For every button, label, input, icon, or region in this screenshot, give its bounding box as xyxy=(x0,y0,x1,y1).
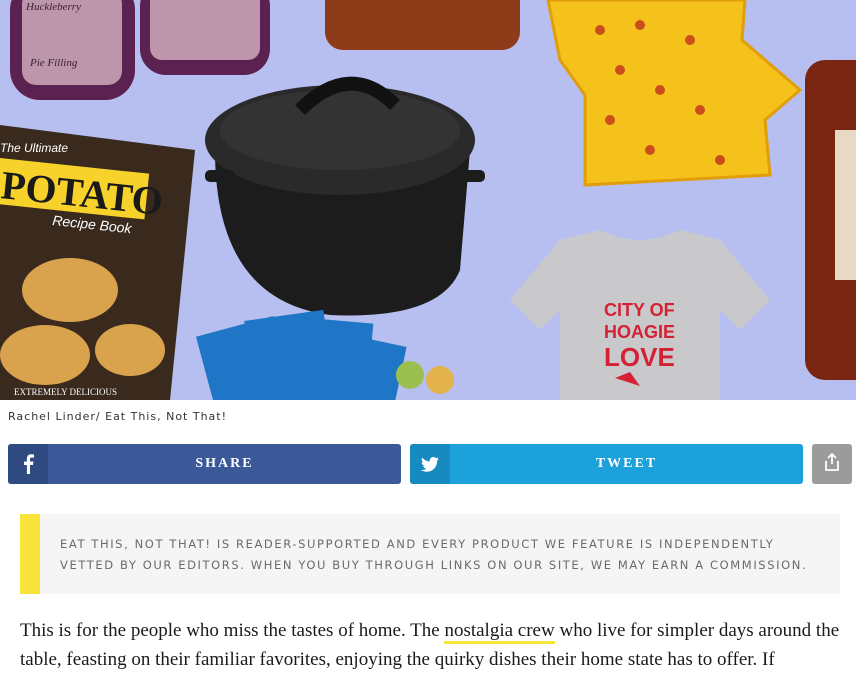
affiliate-disclaimer: EAT THIS, NOT THAT! IS READER-SUPPORTED … xyxy=(20,514,840,594)
twitter-share-button[interactable]: TWEET xyxy=(410,444,803,484)
disclaimer-accent-bar xyxy=(20,514,40,594)
disclaimer-text: EAT THIS, NOT THAT! IS READER-SUPPORTED … xyxy=(60,537,808,572)
facebook-icon xyxy=(8,444,48,484)
svg-text:Pie Filling: Pie Filling xyxy=(29,57,78,69)
hero-image: Huckleberry Pie Filling The Ultimate POT… xyxy=(0,0,856,400)
syrup-bottle xyxy=(325,0,520,50)
svg-text:HOAGIE: HOAGIE xyxy=(604,322,675,342)
svg-text:CITY OF: CITY OF xyxy=(604,300,675,320)
twitter-icon xyxy=(410,444,450,484)
svg-text:The Ultimate: The Ultimate xyxy=(0,141,68,155)
svg-text:EXTREMELY DELICIOUS: EXTREMELY DELICIOUS xyxy=(14,387,117,397)
hero-illustration: Huckleberry Pie Filling The Ultimate POT… xyxy=(0,0,856,400)
nostalgia-crew-link[interactable]: nostalgia crew xyxy=(444,620,555,644)
potato-cookbook: The Ultimate POTATO Recipe Book EXTREMEL… xyxy=(0,125,195,400)
intro-text-before-link: This is for the people who miss the tast… xyxy=(20,620,445,641)
facebook-share-button[interactable]: SHARE xyxy=(8,444,401,484)
more-share-button[interactable] xyxy=(812,444,852,484)
twitter-share-label: TWEET xyxy=(595,456,658,471)
share-icon xyxy=(824,452,840,476)
facebook-share-label: SHARE xyxy=(195,456,254,471)
svg-text:LOVE: LOVE xyxy=(604,342,675,372)
article-intro-paragraph: This is for the people who miss the tast… xyxy=(20,616,844,674)
svg-text:Huckleberry: Huckleberry xyxy=(25,1,81,13)
image-credit: Rachel Linder/ Eat This, Not That! xyxy=(8,410,228,423)
